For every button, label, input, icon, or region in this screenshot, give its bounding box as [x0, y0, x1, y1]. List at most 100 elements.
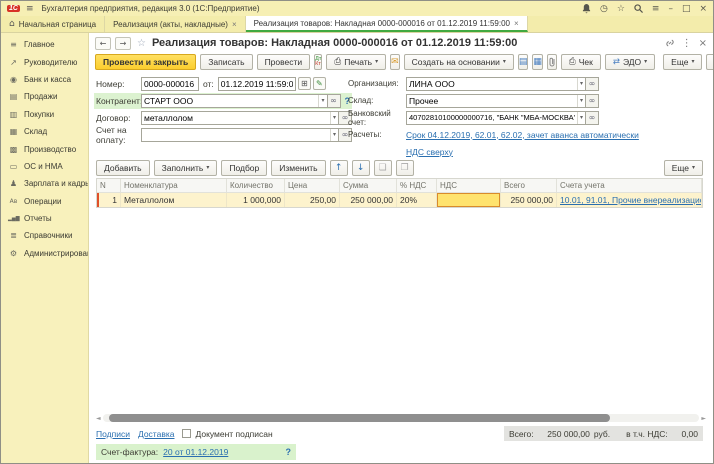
- chevron-down-icon[interactable]: ▾: [577, 95, 585, 107]
- sidebar-item-sklad[interactable]: ▦Склад: [1, 123, 88, 140]
- sidebar-item-os-i-nma[interactable]: ▭ОС и НМА: [1, 158, 88, 175]
- edit-pencil-icon[interactable]: ✎: [313, 77, 326, 90]
- search-icon[interactable]: [634, 4, 643, 13]
- bank-account-input[interactable]: [407, 113, 577, 122]
- post-and-close-button[interactable]: Провести и закрыть: [95, 54, 196, 70]
- pick-button[interactable]: Подбор: [221, 160, 267, 176]
- more-button[interactable]: Еще▾: [663, 54, 702, 70]
- move-row-up-button[interactable]: ↑: [330, 160, 348, 176]
- fill-button[interactable]: Заполнить▾: [154, 160, 218, 176]
- open-link-icon[interactable]: ∞: [328, 94, 341, 108]
- forward-button[interactable]: →: [115, 37, 131, 50]
- scroll-left-icon[interactable]: ◄: [96, 415, 101, 422]
- sidebar-item-bank-i-kassa[interactable]: ◉Банк и касса: [1, 71, 88, 88]
- open-link-icon[interactable]: ∞: [586, 94, 599, 108]
- chevron-down-icon[interactable]: ▾: [577, 112, 585, 124]
- tab-close-icon[interactable]: ×: [232, 20, 237, 29]
- invoice-link[interactable]: 20 от 01.12.2019: [163, 447, 228, 457]
- favorites-star-icon[interactable]: ☆: [617, 4, 625, 14]
- post-button[interactable]: Провести: [257, 54, 311, 70]
- copy-row-button[interactable]: ❏: [374, 160, 392, 176]
- add-row-button[interactable]: Добавить: [96, 160, 150, 176]
- edo-button[interactable]: ⇄ЭДО▾: [605, 54, 655, 70]
- cell-n[interactable]: 1: [97, 193, 121, 207]
- cell-vat-active[interactable]: [437, 193, 501, 207]
- maximize-icon[interactable]: □: [682, 4, 691, 14]
- cell-nomenclature[interactable]: Металлолом: [121, 193, 227, 207]
- scrollbar-track[interactable]: [103, 414, 700, 422]
- service-menu-icon[interactable]: ≡: [652, 4, 660, 14]
- calendar-icon[interactable]: ⊞: [298, 77, 311, 90]
- tab-home[interactable]: ⌂ Начальная страница: [1, 16, 105, 32]
- chevron-down-icon[interactable]: ▾: [330, 112, 338, 124]
- notifications-bell-icon[interactable]: [582, 4, 591, 14]
- more-vert-icon[interactable]: ⋮: [682, 38, 692, 49]
- select-rows-button[interactable]: ❐: [396, 160, 414, 176]
- cell-price[interactable]: 250,00: [285, 193, 340, 207]
- button-label: Чек: [579, 57, 593, 67]
- check-receipt-button[interactable]: ⎙Чек: [561, 54, 601, 70]
- warehouse-input[interactable]: [407, 96, 577, 106]
- related-documents-button[interactable]: ▦: [532, 54, 543, 70]
- move-row-down-button[interactable]: ↓: [352, 160, 370, 176]
- history-icon[interactable]: ◷: [600, 4, 608, 14]
- invoice-help-icon[interactable]: ?: [286, 447, 292, 457]
- sidebar-item-spravochniki[interactable]: ≣Справочники: [1, 227, 88, 244]
- minimize-icon[interactable]: –: [668, 4, 673, 14]
- sidebar-item-otchety[interactable]: ▂▅▇Отчеты: [1, 210, 88, 227]
- close-window-icon[interactable]: ×: [699, 4, 707, 14]
- back-button[interactable]: ←: [95, 37, 111, 50]
- create-based-on-button[interactable]: Создать на основании▾: [404, 54, 514, 70]
- sidebar-item-prodazhi[interactable]: ▤Продажи: [1, 88, 88, 105]
- help-button[interactable]: ?: [706, 54, 714, 70]
- sidebar-item-pokupki[interactable]: ▥Покупки: [1, 106, 88, 123]
- sidebar-item-glavnoe[interactable]: ≡Главное: [1, 36, 88, 53]
- contract-input[interactable]: [142, 113, 330, 123]
- document-signed-checkbox[interactable]: [182, 429, 191, 438]
- sidebar-item-rukovoditelyu[interactable]: ↗Руководителю: [1, 53, 88, 70]
- sidebar-item-operacii[interactable]: АвОперации: [1, 193, 88, 210]
- cell-accounts-link[interactable]: 10.01, 91.01, Прочие внереализационные д…: [557, 193, 702, 207]
- save-button[interactable]: Записать: [200, 54, 252, 70]
- sidebar-item-administrirovanie[interactable]: ⚙Администрирование: [1, 245, 88, 262]
- horizontal-scrollbar[interactable]: ◄ ►: [96, 412, 706, 424]
- open-link-icon[interactable]: ∞: [586, 111, 599, 125]
- print-button[interactable]: ⎙Печать▾: [326, 54, 386, 70]
- cell-sum[interactable]: 250 000,00: [340, 193, 397, 207]
- get-link-icon[interactable]: [665, 38, 675, 48]
- chevron-down-icon[interactable]: ▾: [577, 78, 585, 90]
- close-document-icon[interactable]: ×: [699, 38, 707, 49]
- table-more-button[interactable]: Еще▾: [664, 160, 703, 176]
- chevron-down-icon[interactable]: ▾: [330, 129, 338, 141]
- main-menu-icon[interactable]: ≡: [26, 4, 34, 14]
- tab-close-icon[interactable]: ×: [514, 19, 519, 28]
- edit-button[interactable]: Изменить: [271, 160, 325, 176]
- cell-quantity[interactable]: 1 000,000: [227, 193, 285, 207]
- cell-vat-percent[interactable]: 20%: [397, 193, 437, 207]
- scroll-right-icon[interactable]: ►: [701, 415, 706, 422]
- scrollbar-thumb[interactable]: [109, 414, 610, 422]
- reports-list-button[interactable]: ▤: [518, 54, 529, 70]
- dt-kt-postings-button[interactable]: ДтКт: [314, 54, 322, 70]
- vat-mode-link[interactable]: НДС сверху: [406, 147, 453, 157]
- sidebar-item-proizvodstvo[interactable]: ▩Производство: [1, 140, 88, 157]
- date-input[interactable]: [219, 79, 295, 89]
- table-row[interactable]: 1 Металлолом 1 000,000 250,00 250 000,00…: [97, 193, 702, 207]
- chevron-down-icon[interactable]: ▾: [318, 95, 326, 107]
- tab-sales-documents[interactable]: Реализация (акты, накладные) ×: [105, 16, 246, 32]
- settlements-link[interactable]: Срок 04.12.2019, 62.01, 62.02, зачет ава…: [406, 130, 639, 140]
- delivery-link[interactable]: Доставка: [138, 429, 175, 439]
- sidebar-item-zarplata-i-kadry[interactable]: ♟Зарплата и кадры: [1, 175, 88, 192]
- number-input[interactable]: [142, 79, 198, 89]
- signatures-link[interactable]: Подписи: [96, 429, 130, 439]
- cell-total[interactable]: 250 000,00: [501, 193, 557, 207]
- favorite-star-icon[interactable]: ☆: [137, 38, 146, 49]
- organization-input[interactable]: [407, 79, 577, 89]
- col-accounts: Счета учета: [557, 179, 702, 192]
- send-email-button[interactable]: ✉: [390, 54, 400, 70]
- tab-goods-sale-document[interactable]: Реализация товаров: Накладная 0000-00001…: [246, 16, 528, 32]
- payment-invoice-input[interactable]: [142, 130, 330, 140]
- counterparty-input[interactable]: [142, 96, 318, 106]
- open-link-icon[interactable]: ∞: [586, 77, 599, 91]
- attachments-button[interactable]: [547, 54, 557, 70]
